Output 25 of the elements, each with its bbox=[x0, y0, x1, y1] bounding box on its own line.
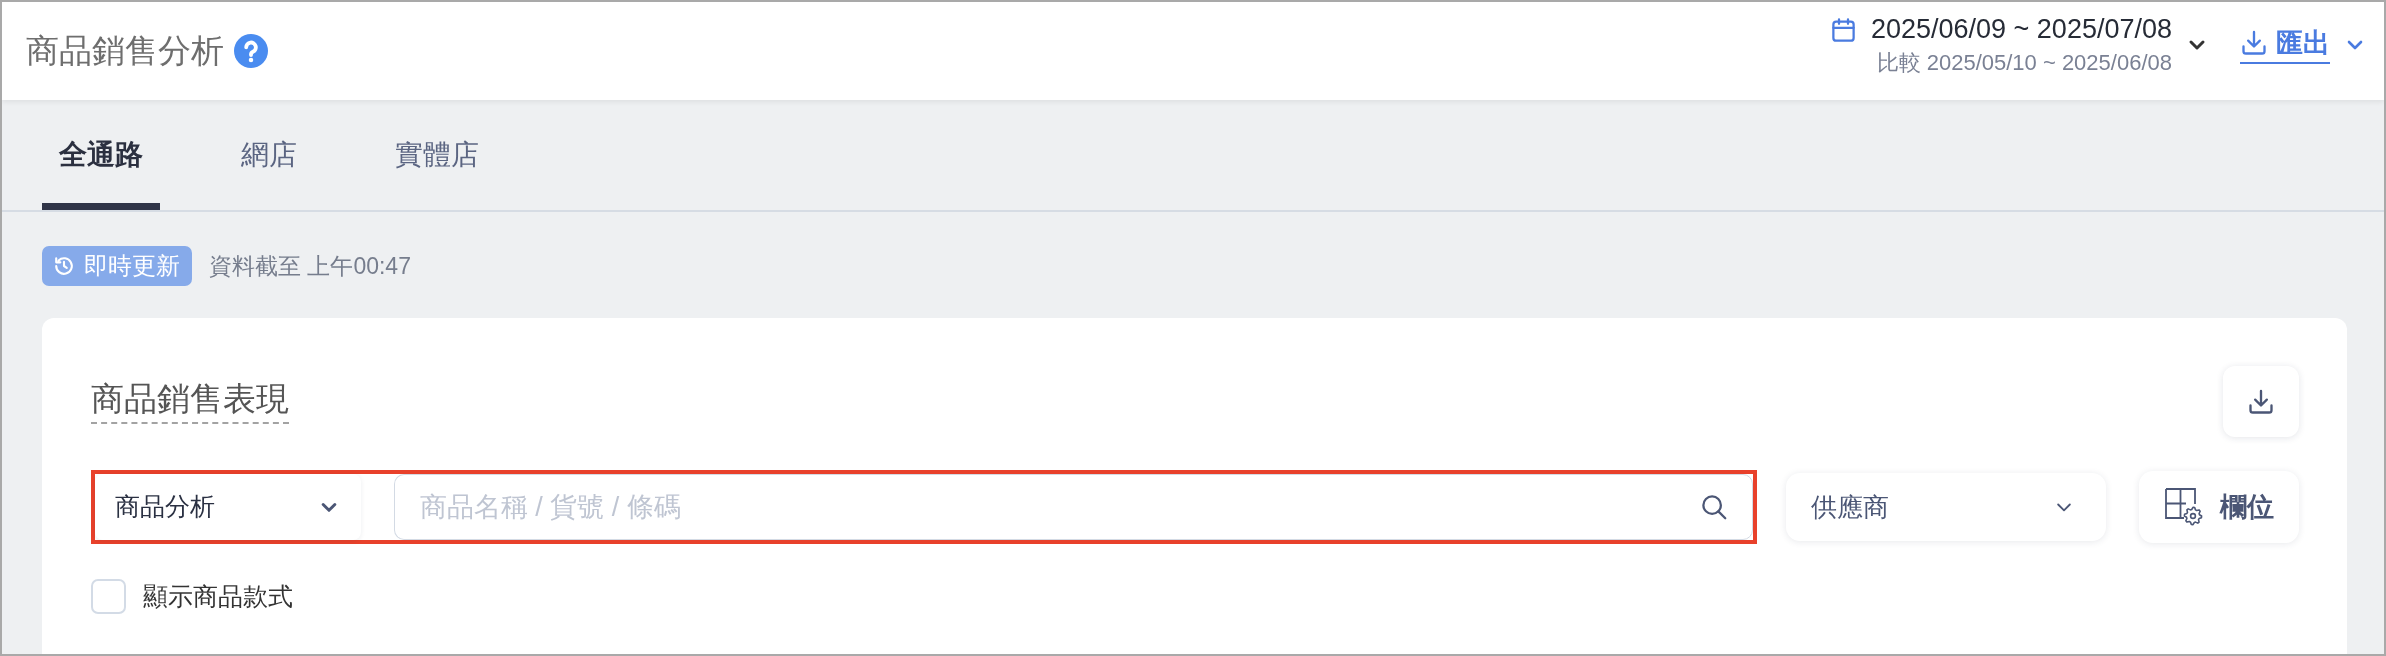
columns-button[interactable]: 欄位 bbox=[2139, 471, 2299, 543]
scope-dropdown[interactable]: 商品分析 bbox=[95, 474, 361, 540]
supplier-dropdown[interactable]: 供應商 bbox=[1786, 473, 2106, 541]
tab[interactable]: 網店 bbox=[224, 100, 314, 210]
update-time-text: 資料截至 上午00:47 bbox=[209, 251, 411, 281]
download-icon bbox=[2247, 387, 2275, 416]
help-icon[interactable] bbox=[234, 34, 268, 68]
columns-settings-icon bbox=[2164, 487, 2204, 527]
section-title[interactable]: 商品銷售表現 bbox=[91, 379, 289, 424]
page-title: 商品銷售分析 bbox=[26, 31, 224, 71]
calendar-icon[interactable] bbox=[1829, 16, 1857, 44]
download-button[interactable] bbox=[2223, 366, 2299, 437]
tab[interactable]: 實體店 bbox=[378, 100, 496, 210]
download-icon bbox=[2240, 28, 2268, 57]
tab[interactable]: 全通路 bbox=[42, 100, 160, 210]
history-clock-icon bbox=[53, 255, 75, 277]
badge-label: 即時更新 bbox=[84, 251, 180, 281]
search-icon bbox=[1699, 492, 1729, 522]
search-field[interactable]: 商品名稱 / 貨號 / 條碼 bbox=[393, 474, 1676, 540]
compare-range-text: 比較 2025/05/10 ~ 2025/06/08 bbox=[1876, 49, 2172, 77]
checkbox-label: 顯示商品款式 bbox=[143, 581, 293, 612]
checkbox[interactable] bbox=[91, 579, 126, 615]
export-link[interactable]: 匯出 bbox=[2240, 26, 2330, 64]
search-button[interactable] bbox=[1675, 474, 1753, 540]
date-range-text[interactable]: 2025/06/09 ~ 2025/07/08 bbox=[1870, 12, 2172, 46]
